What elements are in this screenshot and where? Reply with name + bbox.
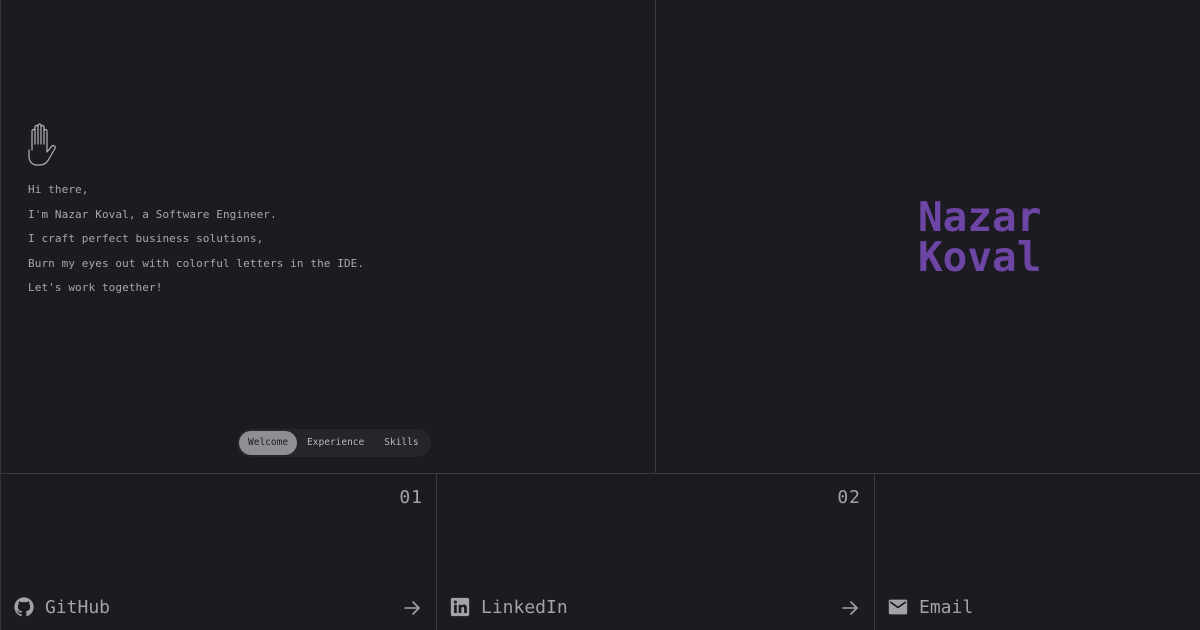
arrow-right-icon [404,601,420,615]
card-number: 01 [399,487,423,508]
arrow-right-icon [842,601,858,615]
tab-welcome[interactable]: Welcome [239,431,298,455]
linkedin-link-card[interactable]: 02 LinkedIn [437,474,875,630]
intro-line: I'm Nazar Koval, a Software Engineer. [28,207,277,221]
tab-experience[interactable]: Experience [297,431,374,455]
card-label-row: LinkedIn [449,595,568,619]
intro-text: Hi there, I'm Nazar Koval, a Software En… [28,183,364,306]
intro-line: Burn my eyes out with colorful letters i… [28,256,365,270]
card-label: GitHub [45,596,111,618]
tab-skills[interactable]: Skills [374,431,428,455]
linkedin-icon [450,597,470,617]
github-link-card[interactable]: 01 GitHub [0,474,437,630]
card-label-row: GitHub [13,595,110,619]
welcome-panel: Hi there, I'm Nazar Koval, a Software En… [0,0,656,474]
section-tabs: Welcome Experience Skills [237,429,431,457]
raised-hand-icon [28,123,56,166]
name-panel: Nazar Koval [656,0,1200,474]
card-label: Email [919,596,974,618]
intro-line: Hi there, [28,183,89,196]
intro-line: I craft perfect business solutions, [28,232,264,246]
mail-icon [888,599,908,615]
card-label-row: Email [887,595,973,619]
name-last: Koval [918,233,1042,281]
intro-line: Let's work together! [28,281,163,295]
card-label: LinkedIn [481,596,568,618]
github-icon [14,597,34,617]
page: Hi there, I'm Nazar Koval, a Software En… [0,0,1200,630]
name-first: Nazar [918,193,1042,241]
card-number: 02 [837,487,861,508]
email-link-card[interactable]: Email [875,474,1200,630]
name-title: Nazar Koval [918,193,1042,281]
